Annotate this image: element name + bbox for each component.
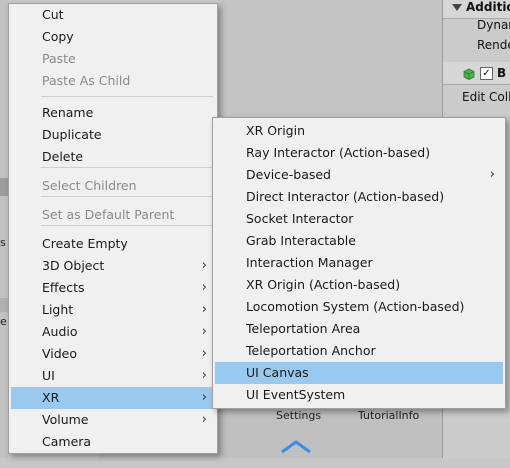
cube-component-icon [463,68,475,80]
menu-item-xr[interactable]: XR › [11,387,215,409]
menu-item-rename[interactable]: Rename [11,102,215,124]
menu-separator [41,167,213,168]
menu-item-ui[interactable]: UI › [11,365,215,387]
inspector-property: Rende [477,38,510,52]
menu-item-video[interactable]: Video › [11,343,215,365]
submenu-arrow-icon: › [201,280,207,295]
menu-item-create-empty[interactable]: Create Empty [11,233,215,255]
submenu-arrow-icon: › [201,258,207,273]
submenu-arrow-icon: › [201,368,207,383]
menu-separator [41,225,213,226]
hierarchy-fragment: e [0,315,7,328]
inspector-section-title: Additio [466,0,510,14]
xr-menu-item-xr-origin-action-based[interactable]: XR Origin (Action-based) [215,274,503,296]
xr-menu-item-teleportation-anchor[interactable]: Teleportation Anchor [215,340,503,362]
menu-item-paste[interactable]: Paste [11,48,215,70]
menu-item-paste-as-child[interactable]: Paste As Child [11,70,215,92]
menu-separator [41,96,213,97]
inspector-property: Dynan [477,18,510,32]
menu-item-select-children[interactable]: Select Children [11,175,215,197]
submenu-arrow-icon: › [201,390,207,405]
xr-menu-item-ui-eventsystem[interactable]: UI EventSystem [215,384,503,406]
xr-menu-item-socket-interactor[interactable]: Socket Interactor [215,208,503,230]
xr-menu-item-direct-interactor-action-based[interactable]: Direct Interactor (Action-based) [215,186,503,208]
hierarchy-selected-row [0,178,8,196]
xr-menu-item-ray-interactor-action-based[interactable]: Ray Interactor (Action-based) [215,142,503,164]
menu-item-delete[interactable]: Delete [11,146,215,168]
menu-item-3d-object[interactable]: 3D Object › [11,255,215,277]
xr-menu-item-ui-canvas[interactable]: UI Canvas [215,362,503,384]
inspector-component-header[interactable]: ✓ B [443,62,510,85]
menu-separator [41,196,213,197]
hierarchy-context-menu: Cut Copy Paste Paste As Child Rename Duplicat… [8,3,218,454]
hierarchy-panel-edge: s e [0,0,8,458]
inspector-component-title: B [497,66,507,80]
menu-item-copy[interactable]: Copy [11,26,215,48]
xr-menu-item-locomotion-system-action-based[interactable]: Locomotion System (Action-based) [215,296,503,318]
menu-item-set-as-default-parent[interactable]: Set as Default Parent [11,204,215,226]
xr-menu-item-grab-interactable[interactable]: Grab Interactable [215,230,503,252]
submenu-arrow-icon: › [201,324,207,339]
menu-item-duplicate[interactable]: Duplicate [11,124,215,146]
menu-item-camera[interactable]: Camera [11,431,215,453]
unity-cube-icon [281,440,311,454]
hierarchy-fragment: s [0,236,6,249]
xr-menu-item-teleportation-area[interactable]: Teleportation Area [215,318,503,340]
edit-collider-label[interactable]: Edit Colli [443,86,510,108]
xr-menu-item-xr-origin[interactable]: XR Origin [215,120,503,142]
collapse-triangle-icon [452,4,462,11]
xr-submenu: XR Origin Ray Interactor (Action-based) De… [212,117,506,409]
submenu-arrow-icon: › [489,167,495,182]
hierarchy-row [0,298,8,312]
menu-item-light[interactable]: Light › [11,299,215,321]
submenu-arrow-icon: › [201,346,207,361]
xr-menu-item-interaction-manager[interactable]: Interaction Manager [215,252,503,274]
menu-item-cut[interactable]: Cut [11,4,215,26]
project-item-settings-label[interactable]: Settings [276,409,321,422]
xr-menu-item-device-based[interactable]: Device-based › [215,164,503,186]
submenu-arrow-icon: › [201,302,207,317]
menu-item-volume[interactable]: Volume › [11,409,215,431]
component-enabled-checkbox[interactable]: ✓ [480,67,493,80]
submenu-arrow-icon: › [201,412,207,427]
menu-item-audio[interactable]: Audio › [11,321,215,343]
menu-item-effects[interactable]: Effects › [11,277,215,299]
project-item-tutorialinfo-label[interactable]: TutorialInfo [358,409,419,422]
